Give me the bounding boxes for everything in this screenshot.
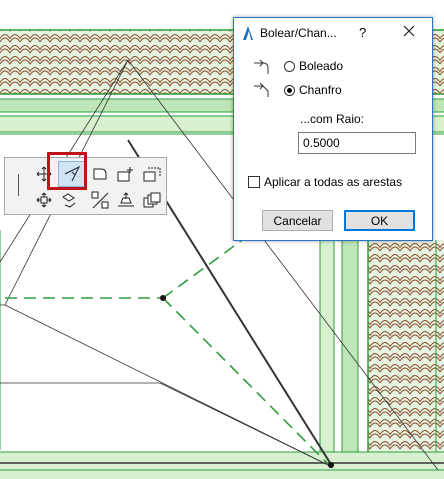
fillet-chamfer-dialog: Bolear/Chan... ? Boleado Chanfro ...com … <box>233 17 433 241</box>
dialog-titlebar[interactable]: Bolear/Chan... ? <box>234 18 432 48</box>
chamfer-option[interactable]: Chanfro <box>284 82 342 98</box>
selected-tool-highlight <box>47 152 87 190</box>
add-node-icon[interactable] <box>115 163 137 185</box>
rotate-icon[interactable] <box>58 189 80 211</box>
elevate-icon[interactable] <box>115 189 137 211</box>
multiply-icon[interactable] <box>141 189 163 211</box>
cancel-button[interactable]: Cancelar <box>262 210 333 231</box>
apply-all-option[interactable]: Aplicar a todas as arestas <box>248 175 402 189</box>
fillet-option[interactable]: Boleado <box>284 58 343 74</box>
ok-button[interactable]: OK <box>344 210 415 231</box>
close-icon[interactable] <box>402 24 416 41</box>
drag-icon[interactable] <box>33 189 55 211</box>
apply-all-checkbox[interactable] <box>248 176 260 188</box>
chamfer-radio[interactable] <box>284 84 295 96</box>
dialog-title: Bolear/Chan... <box>260 26 337 40</box>
help-button[interactable]: ? <box>359 25 366 40</box>
radius-input[interactable] <box>298 132 416 154</box>
apply-all-label: Aplicar a todas as arestas <box>264 175 403 189</box>
fillet-label: Boleado <box>299 59 344 73</box>
rounded-corner-icon[interactable] <box>89 163 111 185</box>
mirror-icon[interactable] <box>89 189 111 211</box>
remove-node-icon[interactable] <box>141 163 163 185</box>
fillet-icon <box>252 59 270 78</box>
archicad-app-icon <box>242 25 254 44</box>
chamfer-icon <box>252 82 270 101</box>
chamfer-label: Chanfro <box>299 83 342 97</box>
toolbar-grip[interactable] <box>18 174 19 196</box>
radius-label: ...com Raio: <box>300 112 365 126</box>
fillet-radio[interactable] <box>284 60 295 72</box>
